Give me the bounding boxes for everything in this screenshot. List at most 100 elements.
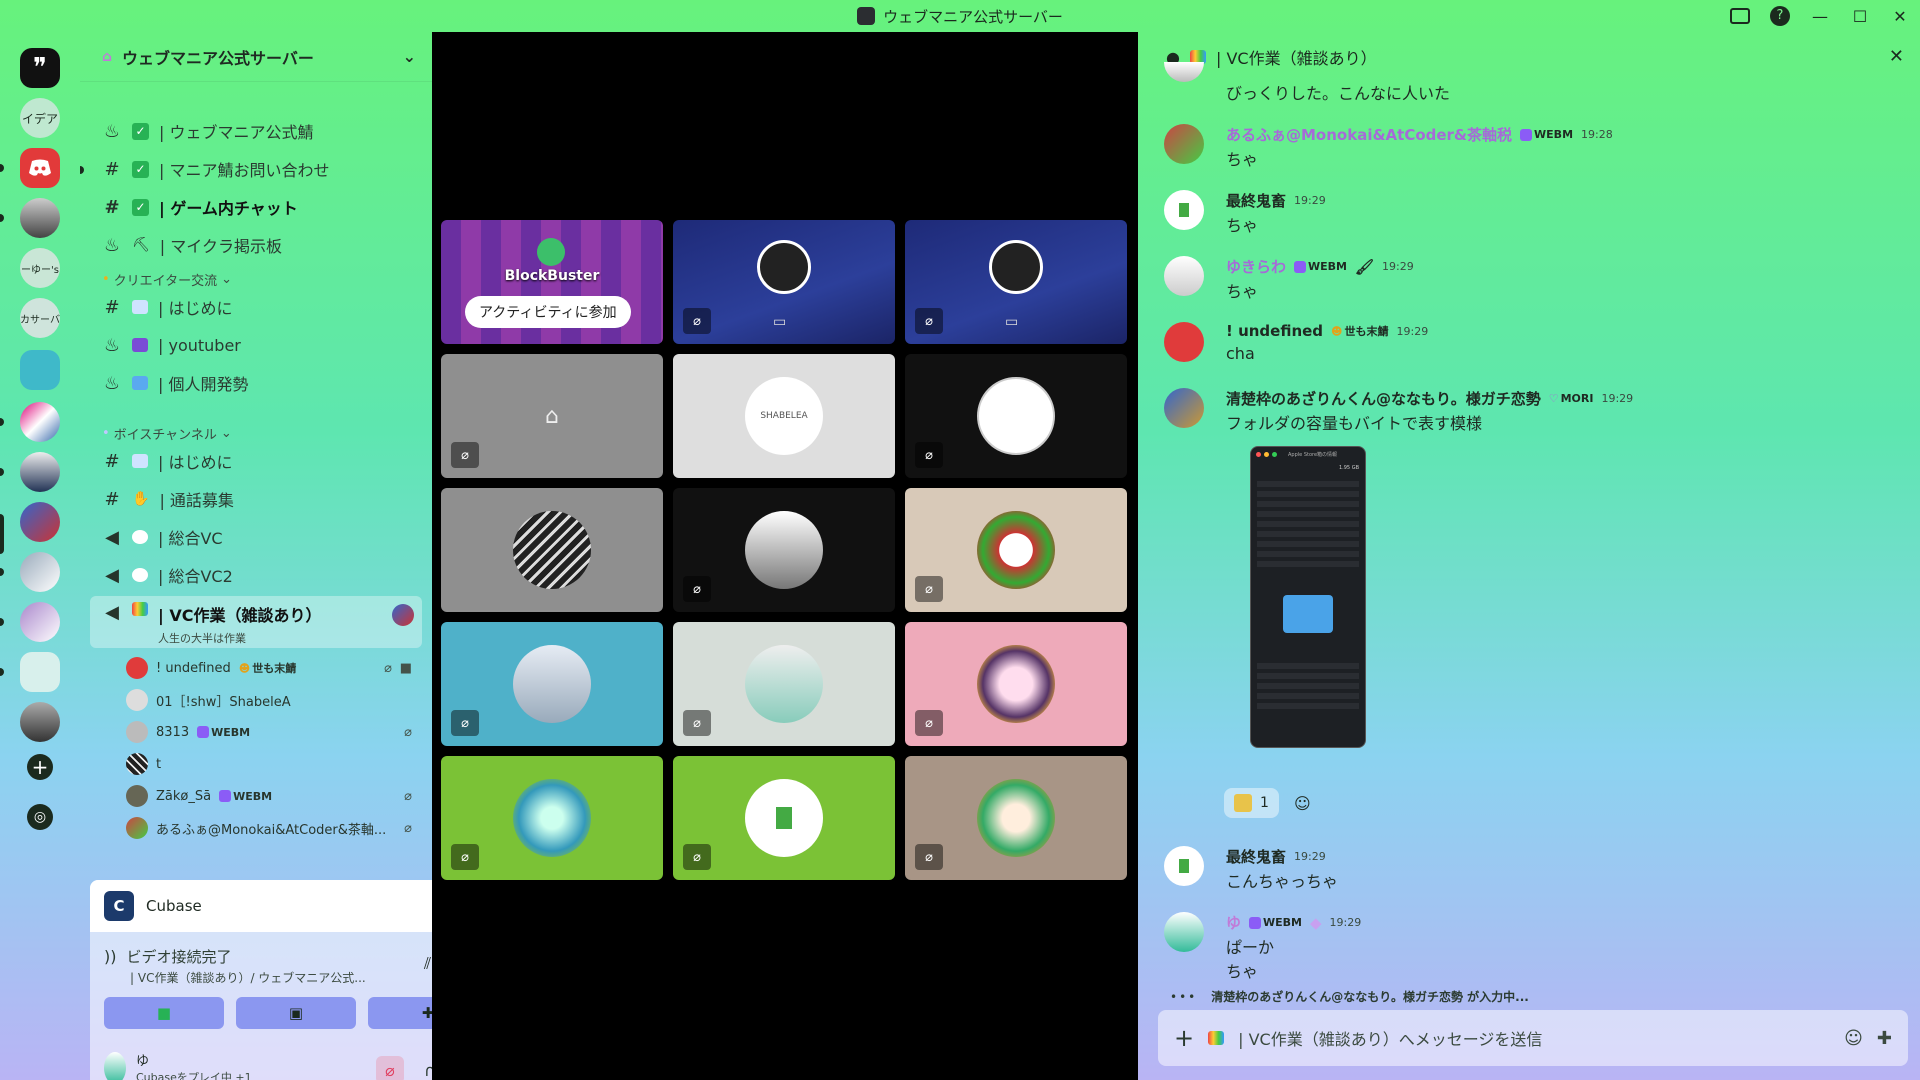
participant-tile[interactable]: ⌂ ⌀ (441, 354, 663, 478)
emoji-icon[interactable]: ☺ (1844, 1028, 1863, 1049)
avatar[interactable] (1164, 190, 1204, 230)
help-icon[interactable]: ? (1770, 6, 1790, 26)
server-icon-yus[interactable]: ーゆー's (20, 248, 60, 288)
participant-tile[interactable]: ⌀ (673, 488, 895, 612)
mic-muted-icon: ⌀ (915, 710, 943, 736)
add-server-icon[interactable]: + (27, 754, 53, 780)
channel-general-vc[interactable]: ◀ | 総合VC (90, 520, 422, 554)
tv-emoji-icon (132, 602, 148, 616)
reaction-chip[interactable]: 1 (1224, 788, 1279, 818)
channel-vc-work[interactable]: ◀ | VC作業（雑談あり） 人生の大半は作業 (90, 596, 422, 648)
vc-member[interactable]: 8313 WEBM ⌀ (126, 718, 422, 746)
hash-icon: # (104, 488, 120, 510)
server-icon-11[interactable] (20, 552, 60, 592)
server-icon-quote[interactable]: ❞ (20, 48, 60, 88)
participant-tile[interactable] (441, 488, 663, 612)
mic-muted-icon: ⌀ (451, 442, 479, 468)
minimize-button[interactable]: — (1800, 7, 1840, 26)
tv-emoji-icon (1208, 1031, 1225, 1045)
participant-tile[interactable]: ⌀ (441, 756, 663, 880)
gamepad-icon: ✚ (421, 1004, 432, 1022)
join-activity-button[interactable]: アクティビティに参加 (465, 296, 631, 328)
server-icon-13[interactable] (20, 652, 60, 692)
author-name[interactable]: 最終鬼畜 (1226, 846, 1286, 867)
server-icon-7[interactable] (20, 350, 60, 390)
server-icon-8[interactable] (20, 402, 60, 442)
channel-game-chat[interactable]: # ✓ | ゲーム内チャット (90, 190, 422, 224)
avatar[interactable] (1164, 124, 1204, 164)
chevron-down-icon: ⌄ (402, 47, 416, 66)
server-icon-kaserver[interactable]: カサーバ (20, 298, 60, 338)
avatar[interactable] (1164, 322, 1204, 362)
channel-general-vc2[interactable]: ◀ | 総合VC2 (90, 558, 422, 592)
discord-home-icon[interactable] (20, 148, 60, 188)
server-icon-10[interactable] (20, 502, 60, 542)
plus-icon[interactable]: + (1174, 1024, 1194, 1052)
channel-minecraft-board[interactable]: ♨ ⛏ | マイクラ掲示板 (90, 228, 422, 262)
headphones-button[interactable]: ∩ (416, 1056, 432, 1080)
avatar[interactable] (1164, 388, 1204, 428)
participant-tile[interactable]: ⌀ (441, 622, 663, 746)
server-icon-14[interactable] (20, 702, 60, 742)
author-name[interactable]: 清楚枠のあざりんくん@ななもり。様ガチ恋勢 (1226, 388, 1541, 409)
participant-tile[interactable]: ⌀ (905, 488, 1127, 612)
vc-member[interactable]: 01［!shw］ShabeleA (126, 686, 422, 714)
channel-webmania-official[interactable]: ♨ ✓ | ウェブマニア公式鯖 (90, 114, 422, 148)
camera-button[interactable]: ■ (104, 997, 224, 1029)
author-name[interactable]: あるふぁ@Monokai&AtCoder&茶軸税 (1226, 124, 1512, 145)
gamepad-icon[interactable]: ✚ (1877, 1028, 1892, 1049)
participant-tile[interactable]: ⌀ (905, 756, 1127, 880)
author-name[interactable]: ! undefined (1226, 322, 1323, 340)
participant-tile[interactable]: ⌀ (673, 756, 895, 880)
user-area[interactable]: ゆ Cubaseをプレイ中 +1 (104, 1050, 252, 1080)
server-icon-idea[interactable]: イデア (20, 98, 60, 138)
close-icon[interactable]: ✕ (1889, 46, 1904, 67)
channel-call-recruit[interactable]: # ✋ | 通話募集 (90, 482, 422, 516)
channel-mania-inquiry[interactable]: # ✓ | マニア鯖お問い合わせ (90, 152, 422, 186)
server-icon-4[interactable] (20, 198, 60, 238)
mic-muted-button[interactable]: ⌀ (376, 1056, 404, 1080)
channel-creator-intro[interactable]: # | はじめに (90, 290, 422, 324)
image-attachment[interactable]: Apple Store箱の情報 1.95 GB (1250, 446, 1366, 748)
maximize-button[interactable]: ☐ (1840, 7, 1880, 26)
forum-icon: ♨ (103, 372, 121, 394)
channel-voice-intro[interactable]: # | はじめに (90, 444, 422, 478)
category-voice[interactable]: • ボイスチャンネル ⌄ (102, 424, 232, 443)
vc-member[interactable]: あるふぁ@Monokai&AtCoder&茶軸... ⌀ (126, 814, 422, 842)
add-reaction-icon[interactable]: ☺ (1294, 794, 1311, 813)
category-creator[interactable]: • クリエイター交流 ⌄ (102, 270, 232, 289)
server-icon-9[interactable] (20, 452, 60, 492)
avatar[interactable] (1164, 912, 1204, 952)
share-screen-button[interactable]: ▣ (236, 997, 356, 1029)
participant-tile[interactable]: ⌀ (905, 354, 1127, 478)
avatar[interactable] (1164, 846, 1204, 886)
participant-tile[interactable]: ⌀ (673, 622, 895, 746)
author-name[interactable]: ゆ (1226, 912, 1241, 933)
author-name[interactable]: ゆきらわ (1226, 256, 1286, 277)
close-button[interactable]: ✕ (1880, 7, 1920, 26)
vc-member[interactable]: Zākø_Sā WEBM ⌀ (126, 782, 422, 810)
channel-indie-dev[interactable]: ♨ | 個人開発勢 (90, 366, 422, 400)
author-name[interactable]: 最終鬼畜 (1226, 190, 1286, 211)
noise-suppression-icon[interactable]: ⫽ (424, 954, 431, 974)
connection-status[interactable]: )) ビデオ接続完了 | VC作業（雑談あり）/ ウェブマニア公式... (104, 946, 366, 986)
activity-tile[interactable]: BlockBuster アクティビティに参加 (441, 220, 663, 344)
channel-youtuber[interactable]: ♨ | youtuber (90, 328, 422, 362)
message-composer[interactable]: + | VC作業（雑談あり）へメッセージを送信 ☺ ✚ (1158, 1010, 1908, 1066)
vc-member[interactable]: ! undefined ☻ 世も末鯖 ⌀ ■ (126, 654, 422, 682)
activity-button[interactable]: ✚ (368, 997, 432, 1029)
server-tag: WEBM (1294, 260, 1347, 273)
message-input[interactable]: | VC作業（雑談あり）へメッセージを送信 (1238, 1026, 1830, 1050)
server-icon-12[interactable] (20, 602, 60, 642)
participant-tile[interactable]: ⌀ (905, 622, 1127, 746)
mic-muted-icon: ⌀ (915, 308, 943, 334)
participant-tile[interactable]: ⌀ ▭ (673, 220, 895, 344)
server-header[interactable]: ⌂ ウェブマニア公式サーバー ⌄ (80, 32, 432, 82)
participant-tile[interactable]: ⌀ ▭ (905, 220, 1127, 344)
participant-tile[interactable]: SHABELEA (673, 354, 895, 478)
avatar[interactable] (1164, 256, 1204, 296)
inbox-icon[interactable] (1730, 8, 1750, 24)
discover-icon[interactable]: ◎ (27, 804, 53, 830)
vc-member[interactable]: t (126, 750, 422, 778)
kusa-emoji-icon (1234, 794, 1252, 812)
